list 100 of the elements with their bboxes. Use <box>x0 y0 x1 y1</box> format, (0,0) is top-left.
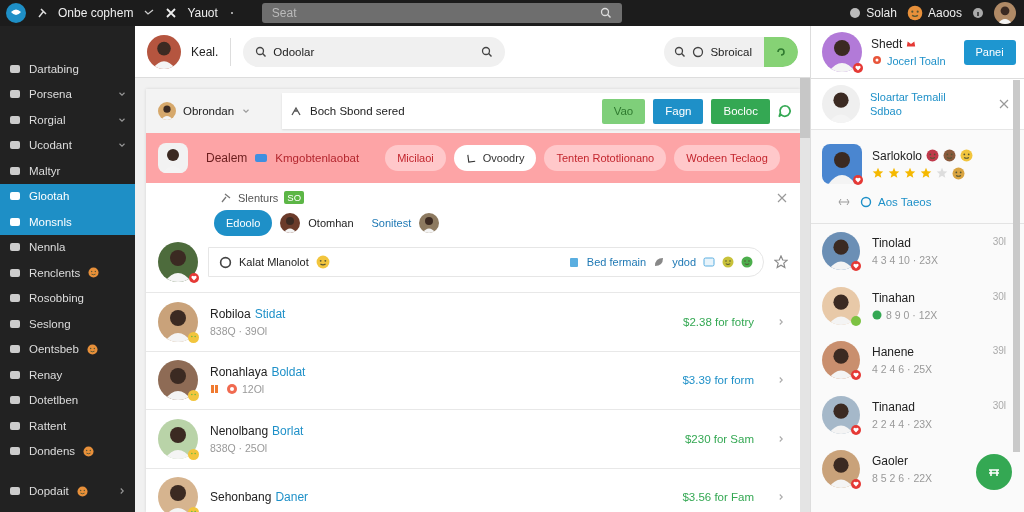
price: $2.38 for fotry <box>683 315 754 328</box>
contact-item[interactable]: Hanene 4 2 4 6 · 25X 39l <box>811 333 1024 388</box>
contact-tag[interactable]: Stidat <box>254 306 286 321</box>
contact-meta: 838Q · 39Ol <box>210 324 268 337</box>
menu-item-icon <box>9 419 21 432</box>
smiley-icon <box>906 5 923 21</box>
timestamp: 39l <box>992 345 1006 356</box>
search-icon <box>599 7 612 19</box>
account-dropdown[interactable]: Obrondan <box>146 89 264 133</box>
contact-item[interactable]: Tinanad 2 2 4 4 · 23X 30l <box>811 387 1024 442</box>
banner-name: Dealem <box>206 151 248 165</box>
contact-name: Tinanad <box>872 399 916 414</box>
sidebar-item[interactable]: Dondens <box>0 438 135 464</box>
sidebar-item[interactable]: Ucodant <box>0 132 135 158</box>
title-field[interactable]: Boch Sbond sered <box>310 105 405 117</box>
contact-meta: 12Ol <box>242 383 265 396</box>
smiley-icon <box>315 255 330 269</box>
avatar <box>158 242 198 282</box>
timestamp: 30l <box>992 236 1006 247</box>
sidebar-item[interactable]: Maltyr <box>0 158 135 184</box>
filter-chip[interactable]: Tenten Rototlionano <box>544 145 667 171</box>
add-button[interactable] <box>976 454 1012 490</box>
scrollbar[interactable] <box>800 78 810 512</box>
price: $3.56 for Fam <box>682 491 754 504</box>
sidebar-item[interactable]: Renclents <box>0 260 135 286</box>
menu-item-icon <box>9 317 21 330</box>
sidebar-item[interactable]: Monsnls <box>0 209 135 235</box>
sidebar-item[interactable]: Rattent <box>0 413 135 439</box>
avatar <box>994 2 1016 24</box>
author-name: Otomhan <box>308 217 354 229</box>
link[interactable]: Sonitest <box>371 217 412 229</box>
heart-badge-icon <box>189 273 199 283</box>
menu-item-icon <box>9 164 21 177</box>
smiley-icon <box>188 448 199 460</box>
top-link[interactable]: Aaoos <box>927 6 962 20</box>
notice-title: Sloartar Temalil <box>870 90 946 104</box>
sidebar-item[interactable]: Renay <box>0 362 135 388</box>
star-icon <box>774 255 788 269</box>
search-field[interactable]: Odoolar <box>243 36 506 67</box>
contact-tag[interactable]: Boldat <box>271 365 306 380</box>
smiley-icon <box>88 267 100 279</box>
count-badge: SO <box>284 191 305 204</box>
contact-meta: 838Q · 25Ol <box>210 441 268 454</box>
menu-item-icon <box>9 139 21 152</box>
team-link[interactable]: Jocerl Toaln <box>887 55 946 67</box>
filter-chip[interactable]: Micilaoi <box>385 145 446 171</box>
smiley-icon <box>943 149 957 162</box>
logo-icon <box>6 3 26 23</box>
sidebar-item[interactable]: Seslong <box>0 311 135 337</box>
status-dot-icon <box>872 309 882 320</box>
app-name: Onbe cophem <box>58 6 134 20</box>
sidebar-item[interactable]: Oentsbeb <box>0 336 135 362</box>
contact-name: Nenolbang <box>210 423 269 438</box>
sidebar-item[interactable]: Dartabing <box>0 56 135 82</box>
filter-field[interactable]: Sbroical <box>664 36 798 67</box>
menu-item-icon <box>9 368 21 381</box>
star-icon <box>872 167 884 179</box>
search-icon <box>481 45 494 58</box>
menu-label[interactable]: Yauot <box>187 6 218 20</box>
circle-icon <box>692 45 705 58</box>
smiley-icon <box>741 256 753 268</box>
heart-badge-icon <box>851 370 861 381</box>
banner-text: Kmgobtenlaobat <box>275 152 360 164</box>
contact-item[interactable]: Tinolad 4 3 4 10 · 23X 30l <box>811 224 1024 279</box>
top-link[interactable]: Solah <box>866 6 897 20</box>
scrollbar[interactable] <box>1013 80 1020 452</box>
menu-item-icon <box>9 394 21 407</box>
sidebar-item[interactable]: Porsena <box>0 81 135 107</box>
timestamp: 30l <box>992 399 1006 411</box>
sidebar-item[interactable]: Rorgial <box>0 107 135 133</box>
chat-bubble[interactable]: Edoolo <box>214 210 273 236</box>
heart-badge-icon <box>851 261 861 272</box>
contact-item[interactable]: Tinahan 8 9 0 · 12X 30l <box>811 278 1024 333</box>
filter-chip[interactable]: Ovoodry <box>453 145 537 171</box>
sidebar-item[interactable]: Dotetlben <box>0 387 135 413</box>
tag-link[interactable]: ydod <box>672 256 696 268</box>
avatar <box>158 301 198 342</box>
attachment-link[interactable]: Bed fermain <box>586 256 647 268</box>
contact-item[interactable]: Gaoler 8 5 2 6 · 22X <box>811 442 1024 497</box>
avatar <box>822 144 862 184</box>
sidebar-item[interactable]: Glootah <box>0 183 135 209</box>
contact-tag[interactable]: Daner <box>275 490 309 505</box>
search-icon <box>674 45 687 58</box>
action-button[interactable]: Fagn <box>653 98 704 124</box>
contact-tag[interactable]: Borlat <box>272 423 304 438</box>
sidebar-item[interactable]: Dopdait <box>0 478 135 504</box>
heart-badge-icon <box>851 424 861 435</box>
star-icon <box>920 167 932 179</box>
section-label: Slenturs <box>238 191 279 204</box>
filter-chip[interactable]: Wodeen Teclaog <box>674 145 780 171</box>
menu-item-icon <box>9 113 21 126</box>
profile-name: Shedt <box>871 37 903 51</box>
timestamp: 30l <box>992 290 1006 302</box>
sidebar-item[interactable]: Rosobbing <box>0 285 135 311</box>
avatar <box>158 143 188 173</box>
sidebar-item[interactable]: Nennla <box>0 234 135 260</box>
contact-name: Tinolad <box>872 236 912 251</box>
link[interactable]: Aos Taeos <box>878 196 932 208</box>
avatar <box>147 34 181 69</box>
menu-item-icon <box>9 445 21 458</box>
